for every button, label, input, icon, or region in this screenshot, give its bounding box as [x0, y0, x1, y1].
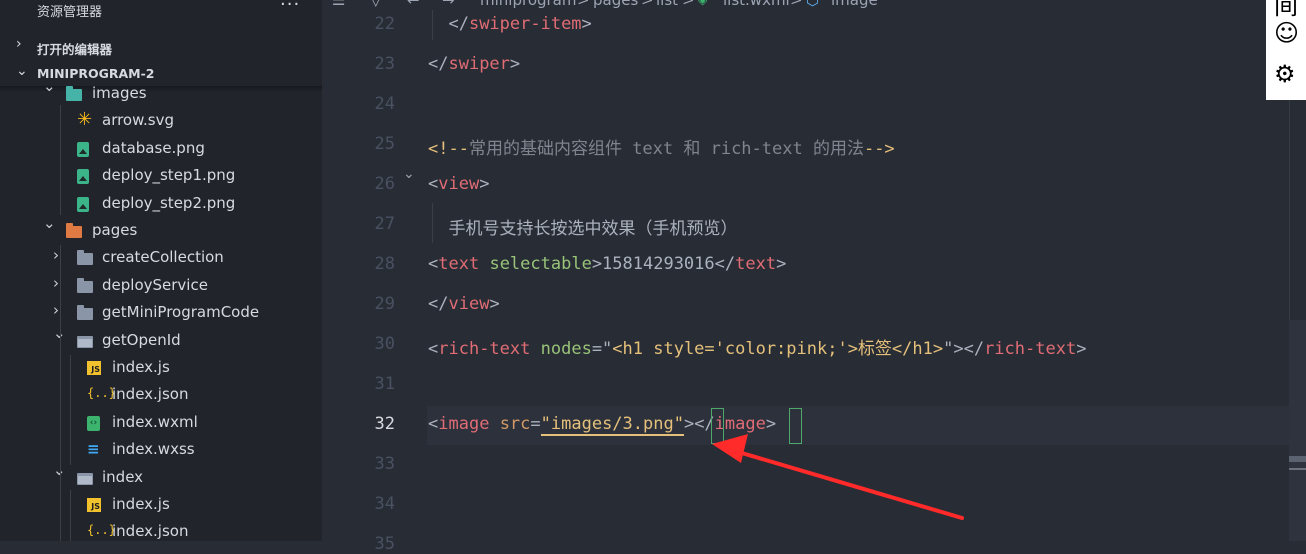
annotation-arrow — [712, 434, 964, 520]
annotation-arrow-head — [712, 434, 748, 463]
annotation-arrow-shaft — [733, 449, 964, 520]
